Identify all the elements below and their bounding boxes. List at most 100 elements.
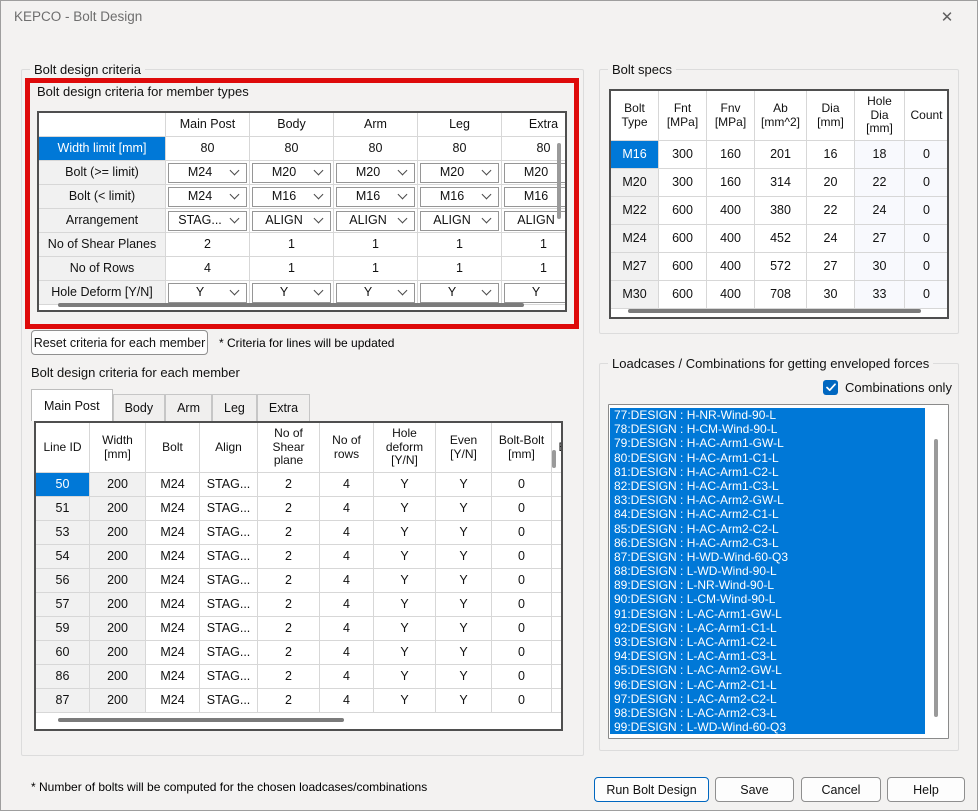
- bs-cell[interactable]: 400: [707, 253, 755, 281]
- em-cell[interactable]: 0: [492, 569, 552, 593]
- bs-cell[interactable]: 300: [659, 141, 707, 169]
- em-line-id-cell[interactable]: 87: [36, 689, 90, 713]
- em-cell[interactable]: 0: [492, 689, 552, 713]
- em-cell[interactable]: Y: [374, 545, 436, 569]
- loadcase-item[interactable]: 98:DESIGN : L-AC-Arm2-C3-L: [610, 706, 925, 720]
- em-cell[interactable]: M24: [146, 521, 200, 545]
- em-line-id-cell[interactable]: 50: [36, 473, 90, 497]
- loadcase-item[interactable]: 81:DESIGN : H-AC-Arm1-C2-L: [610, 465, 925, 479]
- bs-cell[interactable]: 380: [755, 197, 807, 225]
- em-cell[interactable]: 4: [320, 641, 374, 665]
- bs-bolt-type-cell[interactable]: M20: [611, 169, 659, 197]
- mt-cell[interactable]: 1: [502, 257, 567, 281]
- em-cell[interactable]: 4: [320, 569, 374, 593]
- em-cell[interactable]: 2: [258, 545, 320, 569]
- bs-cell[interactable]: 20: [807, 169, 855, 197]
- mt-dropdown-cell[interactable]: Y: [166, 281, 250, 305]
- mt-dropdown-cell[interactable]: M24: [166, 161, 250, 185]
- bs-cell[interactable]: 160: [707, 169, 755, 197]
- em-line-id-cell[interactable]: 60: [36, 641, 90, 665]
- bs-cell[interactable]: 16: [807, 141, 855, 169]
- em-cell[interactable]: 0: [492, 593, 552, 617]
- em-cell[interactable]: Y: [436, 497, 492, 521]
- help-button[interactable]: Help: [887, 777, 965, 802]
- mt-cell[interactable]: 80: [418, 137, 502, 161]
- mt-dropdown-cell[interactable]: M16: [418, 185, 502, 209]
- loadcase-item[interactable]: 85:DESIGN : H-AC-Arm2-C2-L: [610, 522, 925, 536]
- mt-dropdown-cell[interactable]: Y: [334, 281, 418, 305]
- em-cell[interactable]: Y: [436, 569, 492, 593]
- mt-dropdown-cell[interactable]: Y: [250, 281, 334, 305]
- em-cell[interactable]: 0: [492, 497, 552, 521]
- em-cell[interactable]: M24: [146, 473, 200, 497]
- bs-cell[interactable]: 452: [755, 225, 807, 253]
- em-line-id-cell[interactable]: 57: [36, 593, 90, 617]
- em-cell[interactable]: M24: [146, 641, 200, 665]
- bs-cell[interactable]: 400: [707, 197, 755, 225]
- mt-dropdown-cell[interactable]: M24: [166, 185, 250, 209]
- bs-bolt-type-cell[interactable]: M27: [611, 253, 659, 281]
- loadcase-item[interactable]: 95:DESIGN : L-AC-Arm2-GW-L: [610, 663, 925, 677]
- mt-row-header[interactable]: No of Rows: [39, 257, 166, 281]
- em-cell[interactable]: STAG...: [200, 641, 258, 665]
- em-width-cell[interactable]: 200: [90, 521, 146, 545]
- em-cell[interactable]: Y: [374, 641, 436, 665]
- bs-cell[interactable]: 708: [755, 281, 807, 309]
- close-button[interactable]: ✕: [933, 6, 961, 28]
- em-width-cell[interactable]: 200: [90, 569, 146, 593]
- bs-cell[interactable]: 314: [755, 169, 807, 197]
- em-cell[interactable]: STAG...: [200, 545, 258, 569]
- em-cell[interactable]: 0: [492, 665, 552, 689]
- em-cell[interactable]: STAG...: [200, 497, 258, 521]
- mt-cell[interactable]: 80: [250, 137, 334, 161]
- em-cell[interactable]: STAG...: [200, 473, 258, 497]
- loadcase-item[interactable]: 88:DESIGN : L-WD-Wind-90-L: [610, 564, 925, 578]
- em-cell[interactable]: M24: [146, 569, 200, 593]
- bs-cell[interactable]: 400: [707, 225, 755, 253]
- loadcase-item[interactable]: 94:DESIGN : L-AC-Arm1-C3-L: [610, 649, 925, 663]
- mt-cell[interactable]: 1: [502, 233, 567, 257]
- loadcases-listbox[interactable]: 77:DESIGN : H-NR-Wind-90-L78:DESIGN : H-…: [608, 404, 949, 739]
- em-cell[interactable]: Y: [436, 593, 492, 617]
- em-width-cell[interactable]: 200: [90, 545, 146, 569]
- em-cell[interactable]: M24: [146, 689, 200, 713]
- em-line-id-cell[interactable]: 51: [36, 497, 90, 521]
- em-cell[interactable]: Y: [374, 593, 436, 617]
- em-cell[interactable]: 4: [320, 545, 374, 569]
- bs-cell[interactable]: 0: [905, 141, 949, 169]
- em-cell[interactable]: 4: [320, 473, 374, 497]
- em-cell[interactable]: 2: [258, 593, 320, 617]
- loadcase-item[interactable]: 92:DESIGN : L-AC-Arm1-C1-L: [610, 621, 925, 635]
- em-cell[interactable]: M24: [146, 617, 200, 641]
- tab-body[interactable]: Body: [113, 394, 166, 421]
- bs-cell[interactable]: 160: [707, 141, 755, 169]
- mt-cell[interactable]: 1: [418, 233, 502, 257]
- loadcase-item[interactable]: 97:DESIGN : L-AC-Arm2-C2-L: [610, 692, 925, 706]
- mt-dropdown-cell[interactable]: M16: [334, 185, 418, 209]
- em-width-cell[interactable]: 200: [90, 497, 146, 521]
- em-cell[interactable]: 2: [258, 665, 320, 689]
- bs-cell[interactable]: 600: [659, 197, 707, 225]
- bs-cell[interactable]: 24: [855, 197, 905, 225]
- bolt-specs-hscrollbar[interactable]: [628, 309, 921, 313]
- em-cell[interactable]: Y: [374, 689, 436, 713]
- em-cell[interactable]: Y: [374, 569, 436, 593]
- run-bolt-design-button[interactable]: Run Bolt Design: [594, 777, 709, 802]
- mt-cell[interactable]: 1: [334, 257, 418, 281]
- em-cell[interactable]: M24: [146, 497, 200, 521]
- em-cell[interactable]: Y: [436, 641, 492, 665]
- mt-cell[interactable]: 1: [250, 257, 334, 281]
- loadcase-item[interactable]: 89:DESIGN : L-NR-Wind-90-L: [610, 578, 925, 592]
- bs-bolt-type-cell[interactable]: M22: [611, 197, 659, 225]
- bs-cell[interactable]: 33: [855, 281, 905, 309]
- em-cell[interactable]: STAG...: [200, 617, 258, 641]
- em-cell[interactable]: STAG...: [200, 593, 258, 617]
- save-button[interactable]: Save: [715, 777, 794, 802]
- mt-cell[interactable]: 4: [166, 257, 250, 281]
- mt-dropdown-cell[interactable]: M20: [334, 161, 418, 185]
- mt-dropdown-cell[interactable]: Y: [502, 281, 567, 305]
- mt-dropdown-cell[interactable]: M20: [418, 161, 502, 185]
- bs-cell[interactable]: 600: [659, 281, 707, 309]
- loadcase-item[interactable]: 90:DESIGN : L-CM-Wind-90-L: [610, 592, 925, 606]
- tab-main-post[interactable]: Main Post: [31, 389, 113, 421]
